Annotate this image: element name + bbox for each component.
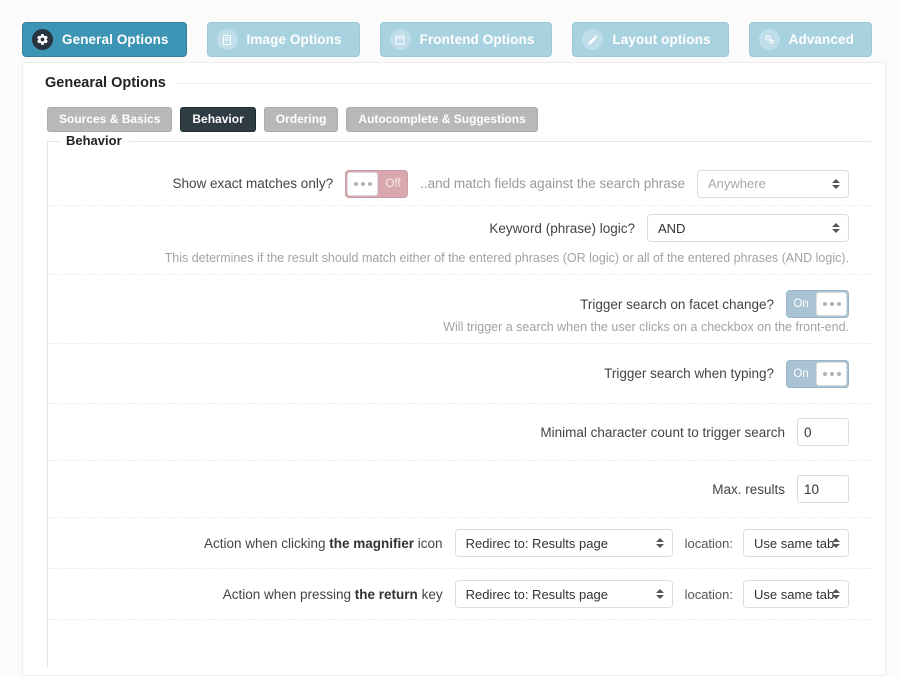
magnifier-action-select-value: Redirec to: Results page (466, 536, 608, 551)
chevron-updown-icon (832, 589, 840, 599)
max-results-label: Max. results (712, 482, 785, 497)
magnifier-location-select[interactable]: Use same tab (743, 529, 849, 557)
exact-matches-toggle[interactable]: Off (345, 170, 408, 198)
facet-change-description: Will trigger a search when the user clic… (48, 319, 871, 344)
tab-label: Frontend Options (420, 32, 535, 47)
tab-advanced[interactable]: Advanced (749, 22, 872, 57)
return-label-bold: the return (355, 587, 418, 602)
return-key-action-select-value: Redirec to: Results page (466, 587, 608, 602)
tab-image-options[interactable]: Image Options (207, 22, 360, 57)
pencil-icon (582, 29, 603, 50)
subtab-autocomplete-suggestions[interactable]: Autocomplete & Suggestions (346, 107, 537, 132)
return-label-post: key (418, 587, 443, 602)
toggle-handle (816, 362, 847, 386)
row-facet-change: Trigger search on facet change? On (48, 275, 871, 319)
chevron-updown-icon (656, 538, 664, 548)
tab-general-options[interactable]: General Options (22, 22, 187, 57)
keyword-logic-select[interactable]: AND (647, 214, 849, 242)
keyword-logic-label: Keyword (phrase) logic? (489, 221, 635, 236)
page-title: Genearal Options (45, 75, 871, 91)
window-icon (390, 29, 411, 50)
primary-tab-bar: General Options Image Options Frontend O… (0, 0, 900, 62)
general-options-panel: Genearal Options Sources & Basics Behavi… (22, 62, 886, 676)
facet-change-label: Trigger search on facet change? (580, 297, 774, 312)
min-char-count-label: Minimal character count to trigger searc… (540, 425, 785, 440)
behavior-fieldset: Behavior Show exact matches only? Off ..… (47, 141, 871, 668)
return-location-select[interactable]: Use same tab (743, 580, 849, 608)
subtab-sources-basics[interactable]: Sources & Basics (47, 107, 172, 132)
return-key-action-label: Action when pressing the return key (223, 587, 443, 602)
match-fields-select-value: Anywhere (708, 176, 766, 191)
behavior-rows: Show exact matches only? Off ..and match… (48, 142, 871, 620)
chevron-updown-icon (832, 538, 840, 548)
toggle-handle (347, 172, 378, 196)
magnifier-label-post: icon (414, 536, 443, 551)
behavior-legend: Behavior (60, 133, 129, 148)
trigger-typing-toggle[interactable]: On (786, 360, 849, 388)
sub-tab-bar: Sources & Basics Behavior Ordering Autoc… (47, 107, 871, 132)
tab-label: Image Options (247, 32, 342, 47)
tab-frontend-options[interactable]: Frontend Options (380, 22, 553, 57)
magnifier-location-select-value: Use same tab (754, 536, 834, 551)
magnifier-label-pre: Action when clicking (204, 536, 329, 551)
return-key-action-select[interactable]: Redirec to: Results page (455, 580, 673, 608)
return-location-label: location: (685, 587, 733, 602)
row-exact-matches: Show exact matches only? Off ..and match… (48, 162, 871, 206)
facet-change-toggle[interactable]: On (786, 290, 849, 318)
row-min-char-count: Minimal character count to trigger searc… (48, 404, 871, 461)
row-magnifier-action: Action when clicking the magnifier icon … (48, 518, 871, 569)
tab-layout-options[interactable]: Layout options (572, 22, 728, 57)
toggle-state-label: Off (379, 178, 407, 190)
subtab-ordering[interactable]: Ordering (264, 107, 339, 132)
chevron-updown-icon (656, 589, 664, 599)
match-fields-label: ..and match fields against the search ph… (420, 176, 685, 191)
page-title-text: Genearal Options (45, 75, 166, 91)
magnifier-label-bold: the magnifier (329, 536, 414, 551)
row-keyword-logic: Keyword (phrase) logic? AND (48, 206, 871, 250)
max-results-input[interactable] (797, 475, 849, 503)
toggle-handle (816, 292, 847, 316)
chevron-updown-icon (832, 223, 840, 233)
min-char-count-input[interactable] (797, 418, 849, 446)
gear-icon (32, 29, 53, 50)
tab-label: Advanced (789, 32, 854, 47)
row-return-key-action: Action when pressing the return key Redi… (48, 569, 871, 620)
subtab-behavior[interactable]: Behavior (180, 107, 255, 132)
keyword-logic-description: This determines if the result should mat… (48, 250, 871, 275)
tab-label: Layout options (612, 32, 710, 47)
return-label-pre: Action when pressing (223, 587, 355, 602)
keyword-logic-select-value: AND (658, 221, 685, 236)
magnifier-action-label: Action when clicking the magnifier icon (204, 536, 443, 551)
toggle-state-label: On (787, 368, 815, 380)
tab-label: General Options (62, 32, 169, 47)
magnifier-action-select[interactable]: Redirec to: Results page (455, 529, 673, 557)
settings-icon (759, 29, 780, 50)
toggle-state-label: On (787, 298, 815, 310)
file-icon (217, 29, 238, 50)
return-location-select-value: Use same tab (754, 587, 834, 602)
row-max-results: Max. results (48, 461, 871, 518)
match-fields-select[interactable]: Anywhere (697, 170, 849, 198)
trigger-typing-label: Trigger search when typing? (604, 366, 774, 381)
chevron-updown-icon (832, 179, 840, 189)
exact-matches-label: Show exact matches only? (173, 176, 334, 191)
row-trigger-typing: Trigger search when typing? On (48, 344, 871, 404)
title-divider (176, 83, 871, 84)
magnifier-location-label: location: (685, 536, 733, 551)
